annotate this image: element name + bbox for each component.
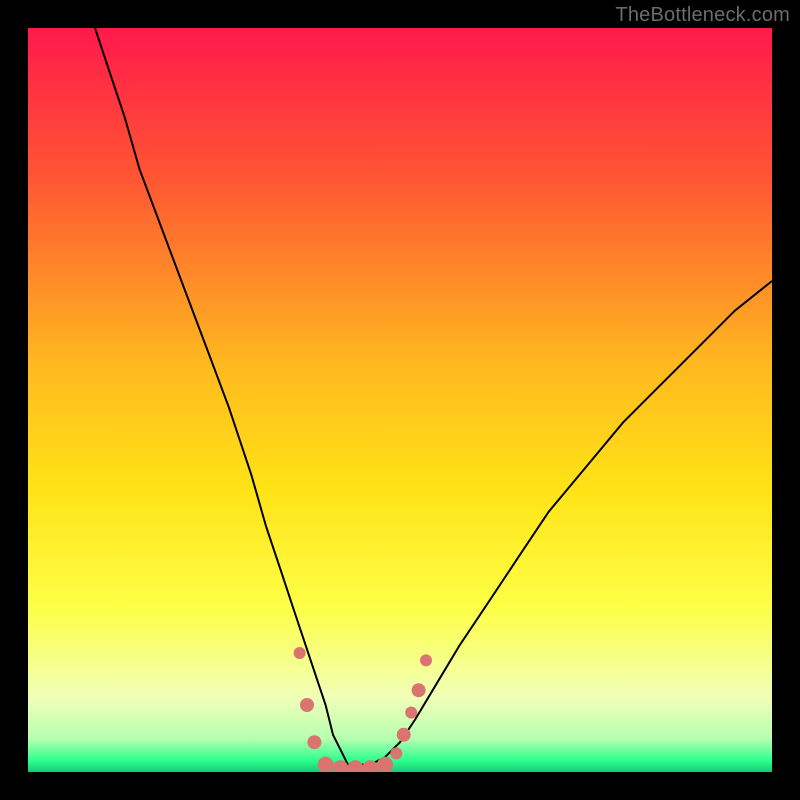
sweet-spot-marker bbox=[420, 654, 432, 666]
watermark-text: TheBottleneck.com bbox=[615, 4, 790, 27]
sweet-spot-marker bbox=[300, 698, 314, 712]
bottleneck-chart bbox=[28, 28, 772, 772]
sweet-spot-marker bbox=[412, 683, 426, 697]
sweet-spot-marker bbox=[294, 647, 306, 659]
chart-frame: TheBottleneck.com bbox=[0, 0, 800, 800]
sweet-spot-marker bbox=[377, 757, 393, 772]
sweet-spot-marker bbox=[307, 735, 321, 749]
sweet-spot-marker bbox=[318, 757, 334, 772]
sweet-spot-marker bbox=[390, 747, 402, 759]
sweet-spot-marker bbox=[405, 707, 417, 719]
gradient-background bbox=[28, 28, 772, 772]
sweet-spot-marker bbox=[397, 728, 411, 742]
